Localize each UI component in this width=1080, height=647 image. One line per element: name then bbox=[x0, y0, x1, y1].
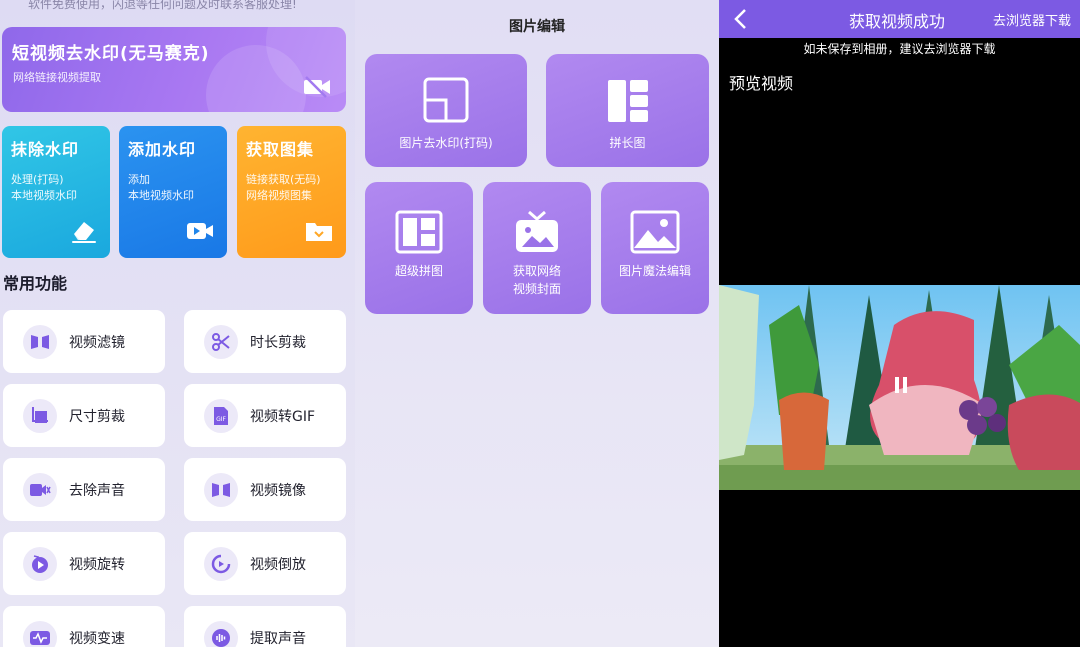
remove-audio-button[interactable]: 去除声音 bbox=[3, 458, 165, 521]
svg-text:GIF: GIF bbox=[216, 416, 226, 423]
home-panel: 软件免费使用，闪退等任何问题及时联系客服处理! 短视频去水印(无马赛克) 网络链… bbox=[0, 0, 355, 647]
reverse-icon bbox=[204, 547, 238, 581]
image-edit-title: 图片编辑 bbox=[509, 19, 565, 35]
notice-text: 软件免费使用，闪退等任何问题及时联系客服处理! bbox=[28, 0, 297, 11]
tile-title: 获取图集 bbox=[246, 140, 315, 159]
card-label: 超级拼图 bbox=[394, 264, 443, 278]
image-watermark-remove-card[interactable]: 图片去水印(打码) bbox=[365, 54, 527, 167]
function-label: 视频滤镜 bbox=[69, 335, 125, 351]
speed-icon bbox=[23, 621, 57, 647]
function-label: 去除声音 bbox=[69, 483, 125, 499]
mirror-icon bbox=[204, 473, 238, 507]
tile-desc: 网络视频图集 bbox=[246, 189, 312, 202]
video-filter-button[interactable]: 视频滤镜 bbox=[3, 310, 165, 373]
top-bar: 获取视频成功 去浏览器下载 bbox=[719, 0, 1080, 38]
get-gallery-tile[interactable]: 获取图集 链接获取(无码) 网络视频图集 bbox=[237, 126, 346, 258]
tile-desc: 本地视频水印 bbox=[128, 189, 194, 202]
function-label: 尺寸剪裁 bbox=[69, 409, 125, 425]
tile-desc: 本地视频水印 bbox=[11, 189, 77, 202]
duration-trim-button[interactable]: 时长剪裁 bbox=[184, 310, 346, 373]
video-off-icon bbox=[304, 76, 330, 98]
card-label: 图片去水印(打码) bbox=[399, 136, 493, 150]
function-label: 视频转GIF bbox=[250, 409, 316, 425]
video-to-gif-button[interactable]: GIF 视频转GIF bbox=[184, 384, 346, 447]
function-label: 视频旋转 bbox=[69, 557, 125, 573]
extract-audio-button[interactable]: 提取声音 bbox=[184, 606, 346, 647]
video-result-panel: 获取视频成功 去浏览器下载 如未保存到相册，建议去浏览器下载 预览视频 bbox=[719, 0, 1080, 647]
super-collage-card[interactable]: 超级拼图 bbox=[365, 182, 473, 314]
pause-icon bbox=[895, 377, 899, 393]
function-label: 视频倒放 bbox=[250, 557, 306, 573]
card-label-line2: 视频封面 bbox=[512, 282, 561, 296]
video-camera-icon bbox=[187, 223, 213, 239]
function-label: 时长剪裁 bbox=[250, 335, 306, 351]
erase-watermark-tile[interactable]: 抹除水印 处理(打码) 本地视频水印 bbox=[2, 126, 110, 258]
audio-icon bbox=[204, 621, 238, 647]
long-image-icon bbox=[607, 80, 648, 122]
mute-icon bbox=[23, 473, 57, 507]
function-label: 视频变速 bbox=[69, 631, 125, 647]
back-arrow-icon[interactable] bbox=[731, 8, 751, 30]
scissors-icon bbox=[204, 325, 238, 359]
crop-icon bbox=[23, 399, 57, 433]
landscape-icon bbox=[630, 210, 680, 254]
tile-desc: 添加 bbox=[128, 173, 150, 186]
video-preview-player[interactable] bbox=[719, 285, 1080, 490]
tile-title: 添加水印 bbox=[128, 140, 197, 159]
size-crop-button[interactable]: 尺寸剪裁 bbox=[3, 384, 165, 447]
image-magic-edit-card[interactable]: 图片魔法编辑 bbox=[601, 182, 709, 314]
video-reverse-button[interactable]: 视频倒放 bbox=[184, 532, 346, 595]
tile-desc: 链接获取(无码) bbox=[246, 173, 321, 186]
tv-icon bbox=[516, 210, 558, 252]
function-label: 视频镜像 bbox=[250, 483, 306, 499]
add-watermark-tile[interactable]: 添加水印 添加 本地视频水印 bbox=[119, 126, 227, 258]
filter-icon bbox=[23, 325, 57, 359]
section-title-common: 常用功能 bbox=[3, 274, 68, 293]
preview-label: 预览视频 bbox=[729, 74, 794, 93]
tile-title: 抹除水印 bbox=[11, 140, 80, 159]
video-rotate-button[interactable]: 视频旋转 bbox=[3, 532, 165, 595]
video-mirror-button[interactable]: 视频镜像 bbox=[184, 458, 346, 521]
card-label: 拼长图 bbox=[609, 136, 646, 150]
page-title: 获取视频成功 bbox=[849, 12, 946, 31]
function-label: 提取声音 bbox=[250, 631, 306, 647]
rotate-icon bbox=[23, 547, 57, 581]
gif-icon: GIF bbox=[204, 399, 238, 433]
card-label: 获取网络 bbox=[512, 264, 561, 278]
image-square-icon bbox=[423, 77, 469, 123]
browser-download-button[interactable]: 去浏览器下载 bbox=[993, 10, 1071, 29]
folder-icon bbox=[306, 223, 332, 241]
image-edit-panel: 图片编辑 图片去水印(打码) 拼长图 超级拼图 获取网络 视频封面 图片魔法编辑 bbox=[355, 0, 719, 647]
eraser-icon bbox=[72, 222, 96, 243]
collage-icon bbox=[395, 210, 443, 254]
banner-subtitle: 网络链接视频提取 bbox=[13, 71, 101, 84]
video-speed-button[interactable]: 视频变速 bbox=[3, 606, 165, 647]
video-cover-card[interactable]: 获取网络 视频封面 bbox=[483, 182, 591, 314]
card-label: 图片魔法编辑 bbox=[618, 264, 691, 278]
save-hint-text: 如未保存到相册，建议去浏览器下载 bbox=[803, 42, 996, 56]
long-image-card[interactable]: 拼长图 bbox=[546, 54, 709, 167]
watermark-remover-banner[interactable]: 短视频去水印(无马赛克) 网络链接视频提取 bbox=[2, 27, 346, 112]
tile-desc: 处理(打码) bbox=[11, 173, 64, 186]
banner-title: 短视频去水印(无马赛克) bbox=[12, 44, 210, 64]
